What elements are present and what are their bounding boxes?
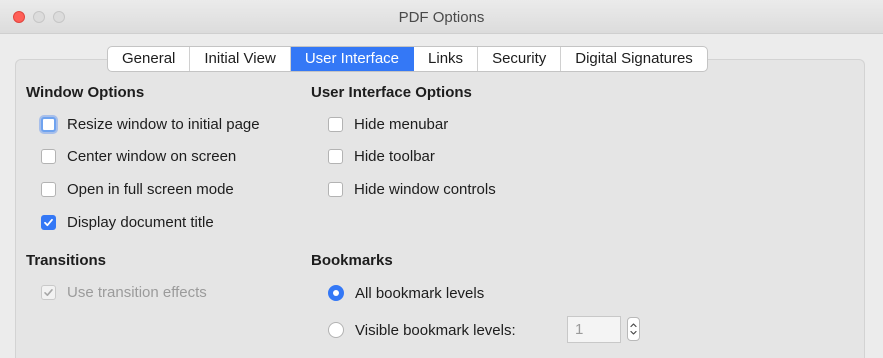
display-title-label: Display document title xyxy=(67,213,214,231)
checkmark-icon xyxy=(44,218,53,226)
tab-digital-signatures[interactable]: Digital Signatures xyxy=(561,47,707,71)
resize-window-checkbox[interactable] xyxy=(41,116,56,132)
all-bookmark-levels-radio[interactable] xyxy=(328,285,344,301)
transition-effects-checkbox xyxy=(41,284,56,300)
ui-options-heading: User Interface Options xyxy=(311,84,472,101)
tab-bar: General Initial View User Interface Link… xyxy=(107,46,708,72)
hide-window-controls-checkbox[interactable] xyxy=(328,181,343,197)
resize-window-label: Resize window to initial page xyxy=(67,115,260,133)
full-screen-label: Open in full screen mode xyxy=(67,180,234,198)
stepper-arrows-icon xyxy=(630,323,637,335)
hide-toolbar-checkbox[interactable] xyxy=(328,148,343,164)
pdf-options-dialog: PDF Options General Initial View User In… xyxy=(0,0,883,358)
visible-bookmark-levels-radio[interactable] xyxy=(328,322,344,338)
user-interface-panel xyxy=(15,59,865,358)
tab-general[interactable]: General xyxy=(108,47,191,71)
transitions-heading: Transitions xyxy=(26,252,107,269)
center-window-checkbox[interactable] xyxy=(41,148,56,164)
all-bookmark-levels-label: All bookmark levels xyxy=(355,284,485,302)
hide-window-controls-label: Hide window controls xyxy=(354,180,496,198)
full-screen-checkbox[interactable] xyxy=(41,181,56,197)
tab-initial-view[interactable]: Initial View xyxy=(190,47,291,71)
transition-effects-option: Use transition effects xyxy=(41,282,207,302)
resize-window-option[interactable]: Resize window to initial page xyxy=(41,114,260,134)
hide-menubar-option[interactable]: Hide menubar xyxy=(328,114,448,134)
bookmark-levels-field[interactable]: 1 xyxy=(567,316,621,343)
bookmark-levels-stepper[interactable] xyxy=(627,317,640,341)
checkmark-icon xyxy=(44,288,53,296)
hide-menubar-label: Hide menubar xyxy=(354,115,449,133)
visible-bookmark-levels-label: Visible bookmark levels: xyxy=(355,321,516,339)
hide-menubar-checkbox[interactable] xyxy=(328,116,343,132)
all-bookmark-levels-option[interactable]: All bookmark levels xyxy=(328,283,484,303)
title-bar: PDF Options xyxy=(0,0,883,34)
tab-user-interface[interactable]: User Interface xyxy=(290,47,415,71)
window-title: PDF Options xyxy=(398,9,485,26)
display-title-checkbox[interactable] xyxy=(41,214,56,230)
bookmarks-heading: Bookmarks xyxy=(311,252,393,269)
hide-window-controls-option[interactable]: Hide window controls xyxy=(328,179,496,199)
full-screen-option[interactable]: Open in full screen mode xyxy=(41,179,234,199)
hide-toolbar-label: Hide toolbar xyxy=(354,147,435,165)
display-title-option[interactable]: Display document title xyxy=(41,212,214,232)
window-options-heading: Window Options xyxy=(26,84,145,101)
transition-effects-label: Use transition effects xyxy=(67,283,207,301)
tab-links[interactable]: Links xyxy=(414,47,479,71)
center-window-label: Center window on screen xyxy=(67,147,237,165)
center-window-option[interactable]: Center window on screen xyxy=(41,146,236,166)
visible-bookmark-levels-option[interactable]: Visible bookmark levels: xyxy=(328,320,516,340)
tab-security[interactable]: Security xyxy=(478,47,562,71)
hide-toolbar-option[interactable]: Hide toolbar xyxy=(328,146,435,166)
